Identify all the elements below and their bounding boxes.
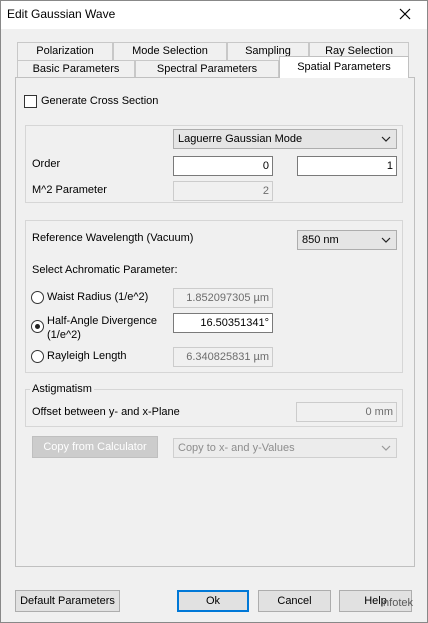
- dialog-window: Edit Gaussian Wave Polarization Mode Sel…: [0, 0, 428, 623]
- copy-to-select[interactable]: Copy to x- and y-Values: [173, 438, 397, 458]
- cancel-button[interactable]: Cancel: [258, 590, 331, 612]
- rayleigh-length-input: 6.340825831 µm: [173, 347, 273, 367]
- tab-spectral-parameters[interactable]: Spectral Parameters: [135, 60, 279, 78]
- wavelength-select-value: 850 nm: [302, 234, 339, 246]
- chevron-down-icon: [381, 445, 391, 451]
- waist-radius-input: 1.852097305 µm: [173, 288, 273, 308]
- rayleigh-length-radio[interactable]: [31, 350, 44, 363]
- half-angle-divergence-radio[interactable]: [31, 320, 44, 333]
- waist-radius-label: Waist Radius (1/e^2): [47, 291, 149, 303]
- radio-selected-dot: [35, 324, 40, 329]
- ok-button[interactable]: Ok: [177, 590, 249, 612]
- copy-from-calculator-button[interactable]: Copy from Calculator: [32, 436, 158, 458]
- title-bar: Edit Gaussian Wave: [1, 1, 427, 29]
- order-input-2[interactable]: 1: [297, 156, 397, 176]
- watermark-text: Infotek: [379, 597, 413, 609]
- m2-parameter-input: 2: [173, 181, 273, 201]
- chevron-down-icon: [381, 237, 391, 243]
- tab-polarization[interactable]: Polarization: [17, 42, 113, 60]
- achromatic-parameter-label: Select Achromatic Parameter:: [32, 264, 178, 276]
- default-parameters-button[interactable]: Default Parameters: [15, 590, 120, 612]
- waist-radius-radio[interactable]: [31, 291, 44, 304]
- wavelength-select[interactable]: 850 nm: [297, 230, 397, 250]
- mode-select[interactable]: Laguerre Gaussian Mode: [173, 129, 397, 149]
- order-label: Order: [32, 158, 61, 170]
- close-button[interactable]: [391, 3, 419, 25]
- rayleigh-length-label: Rayleigh Length: [47, 350, 127, 362]
- offset-input: 0 mm: [296, 402, 397, 422]
- mode-select-value: Laguerre Gaussian Mode: [178, 133, 303, 145]
- window-title: Edit Gaussian Wave: [7, 7, 116, 21]
- half-angle-divergence-unit-label: (1/e^2): [47, 329, 81, 341]
- m2-parameter-label: M^2 Parameter: [32, 184, 107, 196]
- tab-mode-selection[interactable]: Mode Selection: [113, 42, 227, 60]
- copy-to-select-value: Copy to x- and y-Values: [178, 442, 295, 454]
- offset-label: Offset between y- and x-Plane: [32, 406, 180, 418]
- tab-basic-parameters[interactable]: Basic Parameters: [17, 60, 135, 78]
- half-angle-divergence-label: Half-Angle Divergence: [47, 315, 158, 327]
- astigmatism-heading: Astigmatism: [30, 383, 94, 395]
- chevron-down-icon: [381, 136, 391, 142]
- reference-wavelength-label: Reference Wavelength (Vacuum): [32, 232, 194, 244]
- half-angle-divergence-input[interactable]: 16.50351341°: [173, 313, 273, 333]
- generate-cross-section-checkbox[interactable]: [24, 95, 37, 108]
- generate-cross-section-label: Generate Cross Section: [41, 95, 159, 107]
- order-input-1[interactable]: 0: [173, 156, 273, 176]
- close-icon: [399, 8, 411, 20]
- tab-spatial-parameters[interactable]: Spatial Parameters: [279, 56, 409, 78]
